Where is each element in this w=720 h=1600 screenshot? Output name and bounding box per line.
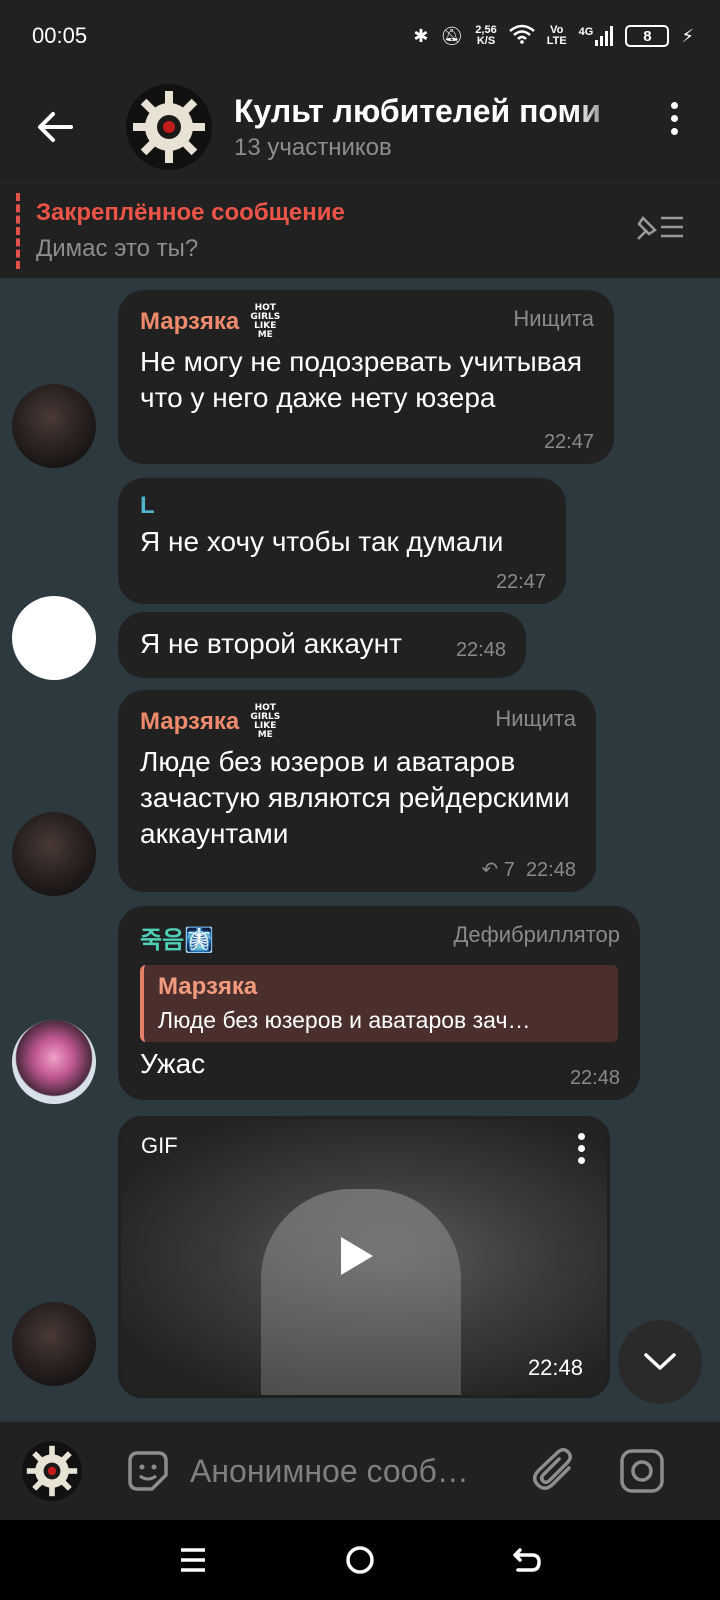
- sender-name: Марзяка: [140, 708, 240, 735]
- sender-name: Марзяка: [140, 308, 240, 335]
- member-rank: Нищита: [495, 706, 576, 731]
- message-time: 22:47: [495, 571, 546, 593]
- gear-logo-icon: [26, 1445, 78, 1497]
- message-time: 22:48: [569, 1067, 620, 1089]
- recents-button[interactable]: [163, 1530, 223, 1590]
- message-sender[interactable]: L: [140, 492, 544, 520]
- message-bubble[interactable]: Я не второй аккаунт 22:48: [118, 612, 526, 678]
- message-composer: [0, 1422, 720, 1520]
- message-time: 22:48: [525, 859, 576, 881]
- system-nav-bar: [0, 1520, 720, 1600]
- avatar[interactable]: [12, 812, 96, 896]
- reply-sender: Марзяка: [158, 973, 258, 1000]
- sticker-icon: [128, 1451, 168, 1491]
- chat-info[interactable]: Культ любителей поми 13 участников: [234, 93, 634, 162]
- chat-area[interactable]: Марзяка HOT GIRLS LIKE ME Нищита Не могу…: [0, 278, 720, 1422]
- mute-bell-icon: 🔕︎: [440, 25, 464, 46]
- pinned-title: Закреплённое сообщение: [36, 198, 345, 226]
- message-text: Я не хочу чтобы так думали: [140, 526, 504, 557]
- pinned-indicator: [16, 192, 20, 269]
- message-time: 22:47: [543, 431, 594, 453]
- message-meta: ↶ 7 22:48: [481, 857, 576, 882]
- pinned-content: Закреплённое сообщение Димас это ты?: [36, 199, 630, 263]
- volte-bottom: LTE: [546, 35, 567, 47]
- net-speed-unit: K/S: [476, 35, 496, 47]
- chat-header: Культ любителей поми 13 участников: [0, 72, 720, 182]
- back-arrow-icon: [38, 112, 73, 142]
- back-nav-button[interactable]: [497, 1530, 557, 1590]
- message-bubble[interactable]: Марзяка HOT GIRLS LIKE ME Нищита Люде бе…: [118, 690, 596, 892]
- chat-title: Культ любителей поми: [234, 92, 601, 129]
- more-vert-icon[interactable]: [668, 102, 680, 135]
- signal-icon: 4G: [579, 26, 614, 46]
- reply-quote[interactable]: Марзяка Люде без юзеров и аватаров зач…: [140, 965, 618, 1042]
- sender-emoji-tag: HOT GIRLS LIKE ME: [250, 703, 281, 740]
- paperclip-icon: [533, 1448, 572, 1490]
- message-bubble[interactable]: L Я не хочу чтобы так думали 22:47: [118, 478, 566, 604]
- gif-message[interactable]: GIF 22:48: [118, 1116, 610, 1398]
- message-text: Не могу не подозревать учитывая что у не…: [140, 346, 583, 413]
- message-time: 22:48: [527, 1355, 583, 1380]
- scroll-down-button[interactable]: [618, 1320, 702, 1404]
- volte-indicator: Vo LTE: [547, 25, 567, 47]
- play-icon[interactable]: [341, 1237, 373, 1275]
- message-time: 22:48: [455, 639, 506, 661]
- camera-icon: [620, 1449, 664, 1493]
- menu-lines-icon: [181, 1548, 206, 1572]
- battery-level: 8: [643, 27, 652, 45]
- reply-count[interactable]: 7: [504, 859, 515, 881]
- status-bar: 00:05 ✱ 🔕︎ 2,56 K/S Vo LTE 4G 8 ⚡: [0, 0, 720, 72]
- chevron-down-icon: [644, 1353, 676, 1370]
- home-button[interactable]: [330, 1530, 390, 1590]
- reply-arrow-icon: ↶: [481, 859, 499, 881]
- charging-icon: ⚡: [681, 25, 694, 46]
- camera-button[interactable]: [612, 1441, 672, 1501]
- back-return-icon: [512, 1548, 541, 1572]
- gif-more-icon[interactable]: [578, 1133, 585, 1164]
- message-bubble[interactable]: Марзяка HOT GIRLS LIKE ME Нищита Не могу…: [118, 290, 614, 464]
- unpin-list-icon[interactable]: [630, 212, 690, 249]
- reply-text: Люде без юзеров и аватаров зач…: [158, 1007, 531, 1033]
- pinned-message-bar[interactable]: Закреплённое сообщение Димас это ты?: [0, 182, 720, 278]
- avatar[interactable]: [12, 1020, 96, 1104]
- battery-indicator: 8: [625, 25, 670, 47]
- sender-emoji-tag: HOT GIRLS LIKE ME: [250, 303, 281, 340]
- back-button[interactable]: [0, 72, 110, 182]
- message-input[interactable]: [190, 1446, 520, 1496]
- send-as-avatar[interactable]: [22, 1441, 82, 1501]
- attach-button[interactable]: [524, 1441, 584, 1501]
- message-text: Люде без юзеров и аватаров зачастую явля…: [140, 746, 570, 849]
- gear-logo-icon: [133, 91, 205, 163]
- message-text: Я не второй аккаунт: [140, 628, 402, 659]
- gif-preview: [261, 1189, 461, 1395]
- pinned-text: Димас это ты?: [36, 234, 199, 262]
- member-rank: Нищита: [513, 306, 594, 331]
- gif-label: GIF: [141, 1133, 178, 1158]
- network-type: 4G: [578, 26, 594, 38]
- avatar[interactable]: [12, 596, 96, 680]
- message-text: Ужас: [140, 1048, 206, 1079]
- chat-avatar[interactable]: [126, 84, 212, 170]
- clock: 00:05: [32, 23, 88, 48]
- sticker-button[interactable]: [118, 1441, 178, 1501]
- message-bubble[interactable]: 죽음🩻 Дефибриллятор Марзяка Люде без юзеро…: [118, 906, 640, 1100]
- sender-name: L: [140, 492, 155, 519]
- sender-name: 죽음🩻: [140, 927, 215, 954]
- avatar[interactable]: [12, 1302, 96, 1386]
- member-rank: Дефибриллятор: [453, 922, 620, 947]
- bluetooth-icon: ✱: [413, 25, 429, 46]
- wifi-icon: [508, 24, 535, 49]
- avatar[interactable]: [12, 384, 96, 468]
- status-icons: ✱ 🔕︎ 2,56 K/S Vo LTE 4G 8 ⚡: [413, 24, 694, 49]
- net-speed: 2,56 K/S: [475, 25, 496, 47]
- home-circle-icon: [346, 1546, 374, 1574]
- chat-subtitle: 13 участников: [234, 133, 392, 161]
